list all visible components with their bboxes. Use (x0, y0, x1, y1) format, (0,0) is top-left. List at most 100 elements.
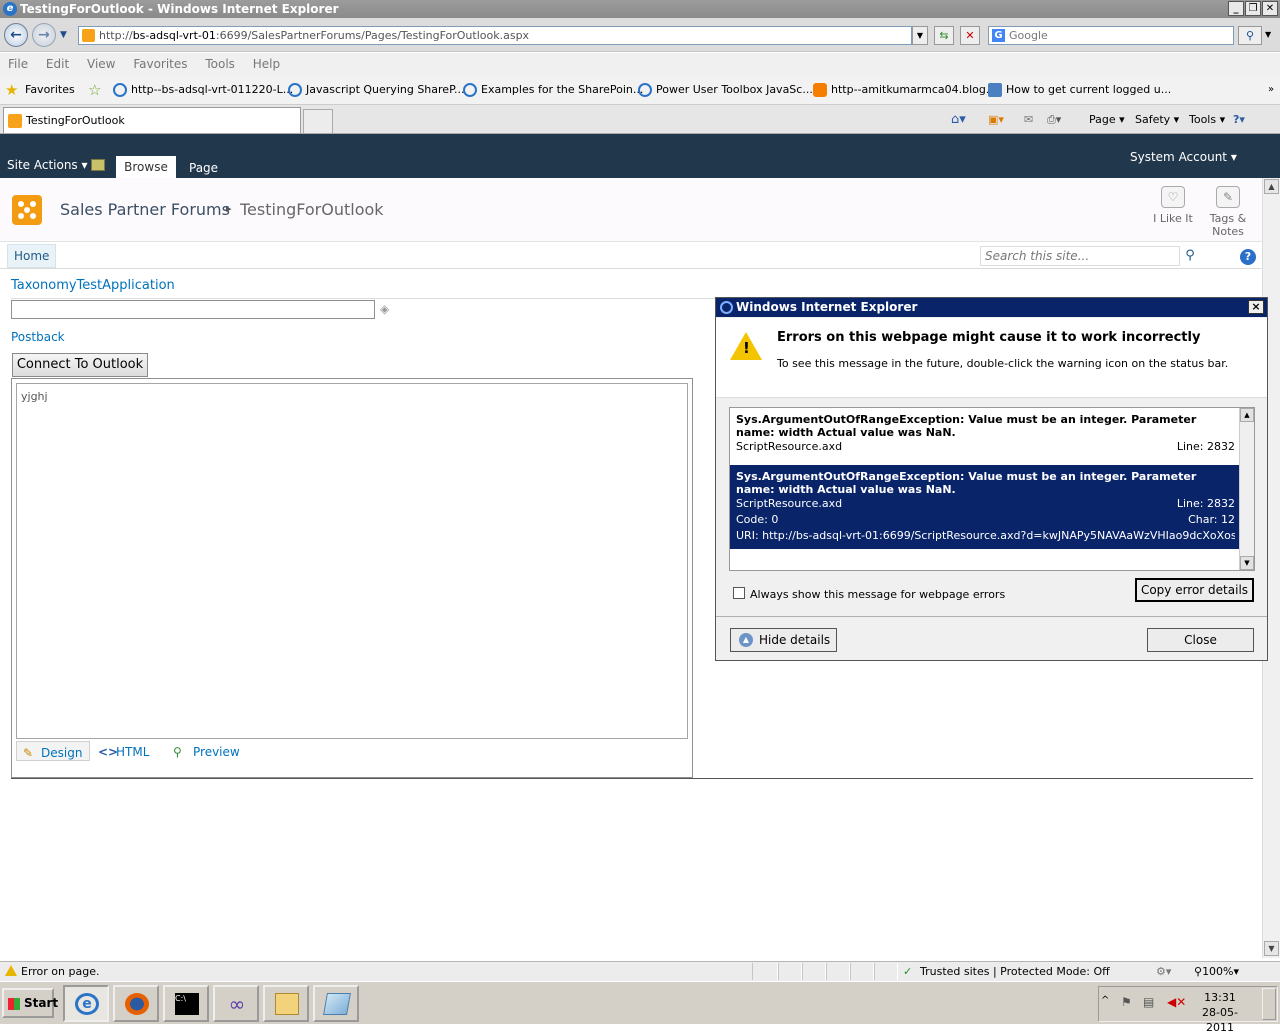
copy-error-details-button[interactable]: Copy error details (1135, 578, 1254, 602)
favorites-button[interactable]: ★ Favorites (5, 75, 75, 105)
favorite-link[interactable]: Javascript Querying ShareP... (288, 75, 464, 105)
close-button[interactable]: Close (1147, 628, 1254, 652)
divider (11, 778, 1253, 779)
pencil-icon: ✎ (23, 746, 34, 760)
site-logo-icon[interactable] (12, 195, 42, 225)
error-list[interactable]: Sys.ArgumentOutOfRangeException: Value m… (729, 407, 1255, 571)
nav-home[interactable]: Home (7, 244, 57, 268)
taskbar-explorer-button[interactable] (263, 985, 309, 1022)
search-input[interactable]: G Google (988, 26, 1234, 45)
taskbar-firefox-button[interactable] (113, 985, 159, 1022)
home-icon[interactable]: ⌂▾ (951, 105, 966, 134)
scroll-down-icon[interactable]: ▼ (1264, 941, 1279, 956)
close-window-button[interactable]: ✕ (1262, 1, 1278, 16)
hide-details-button[interactable]: ▲ Hide details (730, 628, 837, 652)
webpart-title[interactable]: TaxonomyTestApplication (11, 278, 175, 293)
forward-button[interactable]: → (32, 23, 56, 47)
page-menu[interactable]: Page ▾ (1089, 105, 1125, 134)
taskbar-visual-studio-button[interactable]: ∞ (213, 985, 259, 1022)
site-help-icon[interactable]: ? (1240, 249, 1256, 265)
safety-menu[interactable]: Safety ▾ (1135, 105, 1179, 134)
help-icon[interactable]: ?▾ (1233, 105, 1245, 134)
restore-button[interactable]: ❐ (1245, 1, 1261, 16)
address-field[interactable]: http://bs-adsql-vrt-01:6699/SalesPartner… (78, 26, 912, 45)
menu-view[interactable]: View (87, 57, 115, 71)
zoom-level[interactable]: ⚲100%▾ (1194, 962, 1239, 981)
volume-muted-icon[interactable]: ◀✕ (1167, 995, 1186, 1009)
menu-favorites[interactable]: Favorites (133, 57, 187, 71)
favorite-link[interactable]: http--amitkumarmca04.blog... (813, 75, 996, 105)
search-options-icon[interactable]: ▼ (1265, 30, 1271, 39)
site-actions-menu[interactable]: Site Actions ▾ (7, 158, 88, 172)
network-icon[interactable]: ▤ (1143, 995, 1154, 1009)
breadcrumb-page: TestingForOutlook (240, 200, 384, 219)
tray-expand-icon[interactable]: ^ (1101, 995, 1109, 1006)
clock[interactable]: 13:31 28-05-2011 (1196, 990, 1244, 1035)
editor-tab-design[interactable]: ✎ Design (16, 741, 90, 761)
ie-icon (720, 301, 733, 314)
favorite-link[interactable]: http--bs-adsql-vrt-011220-L... (113, 75, 293, 105)
favorite-link[interactable]: Examples for the SharePoin... (463, 75, 643, 105)
scroll-down-icon[interactable]: ▼ (1240, 556, 1254, 570)
search-icon[interactable]: ⚲ (1238, 26, 1262, 45)
search-go-icon[interactable]: ⚲ (1181, 246, 1199, 266)
breadcrumb-separator: ▸ (226, 202, 232, 215)
show-desktop-button[interactable] (1262, 988, 1276, 1020)
error-item-selected[interactable]: Sys.ArgumentOutOfRangeException: Value m… (730, 465, 1241, 549)
security-zone[interactable]: Trusted sites | Protected Mode: Off (920, 962, 1110, 981)
refresh-icon[interactable]: ⇆ (934, 26, 954, 45)
address-dropdown-icon[interactable]: ▼ (912, 26, 928, 45)
windows-logo-icon (8, 998, 20, 1010)
stop-icon[interactable]: ✕ (960, 26, 980, 45)
dialog-heading: Errors on this webpage might cause it to… (777, 330, 1201, 345)
dialog-title-bar: Windows Internet Explorer × (716, 298, 1267, 317)
tools-menu[interactable]: Tools ▾ (1189, 105, 1225, 134)
always-show-checkbox[interactable] (733, 587, 745, 599)
tab-browse[interactable]: Browse (116, 156, 176, 178)
taskbar-ie-button[interactable]: e (63, 985, 109, 1022)
editor-tab-preview[interactable]: ⚲ Preview (173, 741, 240, 763)
taskbar-cmd-button[interactable]: C:\ (163, 985, 209, 1022)
back-button[interactable]: ← (4, 23, 28, 47)
new-tab-button[interactable] (303, 109, 333, 133)
flag-icon[interactable]: ⚑ (1121, 995, 1132, 1009)
connect-to-outlook-button[interactable]: Connect To Outlook (12, 353, 148, 377)
taskbar-app-button[interactable] (313, 985, 359, 1022)
favorites-overflow-icon[interactable]: » (1268, 75, 1274, 105)
favorite-link[interactable]: How to get current logged u... (988, 75, 1171, 105)
menu-tools[interactable]: Tools (205, 57, 235, 71)
start-button[interactable]: Start (2, 988, 58, 1018)
favorite-link[interactable]: Power User Toolbox JavaSc... (638, 75, 813, 105)
tab-page[interactable]: Page (189, 156, 218, 178)
print-icon[interactable]: ⎙▾ (1047, 105, 1061, 134)
dialog-close-icon[interactable]: × (1248, 300, 1264, 314)
tag-icon: ✎ (1216, 186, 1240, 208)
editor-tab-html[interactable]: <> HTML (98, 741, 149, 763)
recent-pages-dropdown-icon[interactable]: ▼ (60, 30, 67, 40)
navigate-up-icon[interactable] (91, 159, 105, 171)
add-favorite-icon[interactable]: ☆ (88, 75, 108, 105)
error-warning-icon[interactable] (5, 965, 17, 976)
taxonomy-input[interactable] (11, 300, 375, 319)
tag-picker-icon[interactable]: ◈ (380, 302, 389, 316)
scroll-up-icon[interactable]: ▲ (1240, 408, 1254, 422)
site-search-input[interactable]: Search this site... (980, 246, 1180, 266)
i-like-it-button[interactable]: ♡ I Like It (1145, 186, 1201, 225)
account-menu[interactable]: System Account ▾ (1130, 150, 1237, 164)
browser-tab-active[interactable]: TestingForOutlook (3, 107, 301, 133)
protected-mode-icon[interactable]: ⚙▾ (1156, 962, 1171, 981)
mail-icon[interactable]: ✉ (1024, 105, 1033, 134)
rich-text-editor[interactable]: yjghj (16, 383, 688, 739)
firefox-icon (125, 993, 149, 1015)
menu-help[interactable]: Help (253, 57, 280, 71)
menu-file[interactable]: File (8, 57, 28, 71)
feeds-icon[interactable]: ▣▾ (988, 105, 1004, 134)
minimize-button[interactable]: _ (1228, 1, 1244, 16)
tags-notes-button[interactable]: ✎ Tags & Notes (1200, 186, 1256, 238)
breadcrumb-site[interactable]: Sales Partner Forums (60, 200, 230, 219)
scroll-up-icon[interactable]: ▲ (1264, 179, 1279, 194)
menu-edit[interactable]: Edit (46, 57, 69, 71)
postback-link[interactable]: Postback (11, 330, 65, 344)
error-list-scrollbar[interactable]: ▲ ▼ (1239, 408, 1254, 570)
error-item[interactable]: Sys.ArgumentOutOfRangeException: Value m… (730, 408, 1241, 460)
